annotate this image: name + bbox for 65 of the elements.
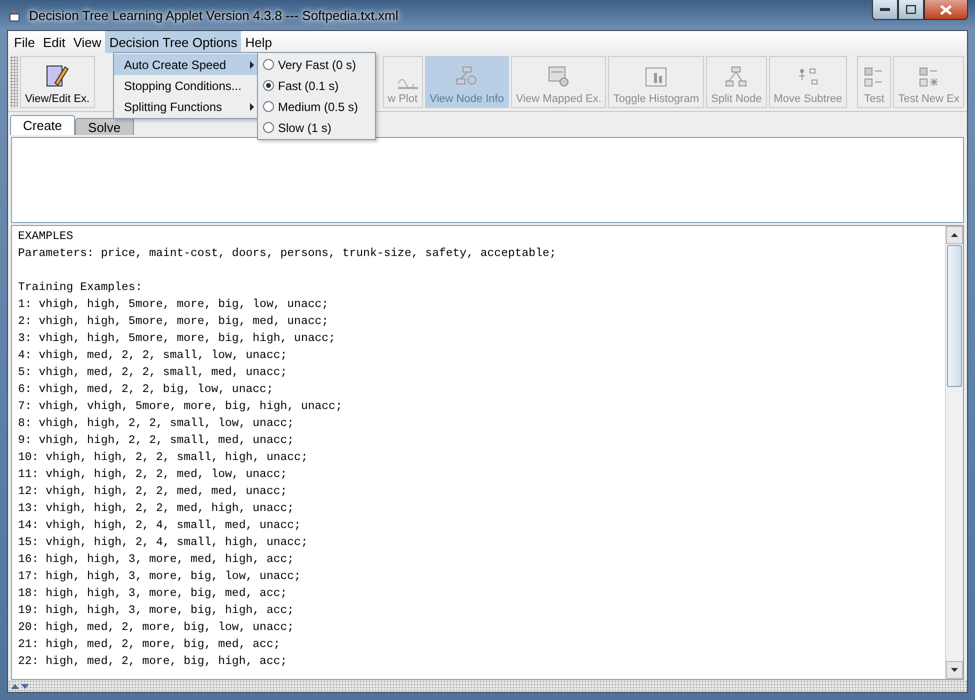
up-arrow-icon (11, 684, 19, 688)
menu-item[interactable]: Decision Tree Options (105, 31, 242, 53)
radio-menu-item[interactable]: Very Fast (0 s) (258, 54, 375, 75)
text-line: 10: vhigh, high, 2, 2, small, high, unacc; (18, 450, 309, 466)
text-line: 20: high, med, 2, more, big, low, unacc; (18, 620, 296, 636)
text-line: 4: vhigh, med, 2, 2, small, low, unacc; (18, 348, 288, 364)
toolbar-button[interactable]: View/Edit Ex. (20, 56, 95, 108)
close-icon (940, 4, 952, 14)
text-line: 9: vhigh, high, 2, 2, small, med, unacc; (18, 433, 296, 449)
menu-item[interactable]: Stopping Conditions... (114, 75, 258, 96)
text-line: 17: high, high, 3, more, big, low, unacc; (18, 569, 302, 585)
up-arrow-icon (951, 233, 958, 237)
text-line: 19: high, high, 3, more, big, high, acc; (18, 603, 296, 619)
menu-item[interactable]: Splitting Functions (114, 96, 258, 117)
radio-button[interactable] (263, 101, 274, 112)
window-title: Decision Tree Learning Applet Version 4.3.8 --- Softpedia.txt.xml (29, 8, 398, 22)
down-arrow-icon (21, 684, 29, 688)
radio-button[interactable] (263, 80, 274, 91)
minimize-icon (880, 8, 890, 12)
text-line: 11: vhigh, high, 2, 2, med, low, unacc; (18, 467, 288, 483)
table-magnifier-icon (546, 65, 571, 89)
text-line: 21: high, med, 2, more, big, med, acc; (18, 637, 282, 653)
menu-item[interactable]: View (69, 31, 106, 53)
text-line: 3: vhigh, high, 5more, more, big, high, unacc; (18, 331, 336, 347)
text-line: 13: vhigh, high, 2, 2, med, high, unacc; (18, 501, 296, 517)
text-line: 7: vhigh, vhigh, 5more, more, big, high, unacc; (18, 399, 344, 415)
radio-menu-item[interactable]: Fast (0.1 s) (258, 75, 375, 96)
text-line: 18: high, high, 3, more, big, med, acc; (18, 586, 288, 602)
radio-button[interactable] (263, 59, 274, 70)
tab[interactable]: Create (10, 115, 76, 135)
section-heading: Training Examples: (18, 280, 144, 296)
menu-item[interactable]: File (10, 31, 39, 53)
menu-item[interactable]: Edit (38, 31, 70, 53)
text-line: 22: high, med, 2, more, big, high, acc; (18, 654, 288, 670)
tab[interactable]: Solve (75, 118, 134, 135)
text-line: EXAMPLES (18, 229, 74, 245)
text-line: 2: vhigh, high, 5more, more, big, med, unacc; (18, 314, 330, 330)
down-arrow-icon (951, 668, 958, 672)
close-button[interactable] (924, 0, 968, 20)
radio-menu-item[interactable]: Slow (1 s) (258, 117, 375, 138)
toolbar-grip[interactable] (10, 56, 18, 108)
text-line: 15: vhigh, high, 2, 4, small, high, unacc; (18, 535, 309, 551)
menu-item[interactable]: Auto Create Speed (114, 54, 258, 75)
scrollbar[interactable] (945, 226, 963, 679)
submenu-arrow-icon (250, 60, 254, 68)
notepad-pencil-icon (45, 63, 70, 89)
text-line: 8: vhigh, high, 2, 2, small, low, unacc; (18, 416, 296, 432)
histogram-icon (644, 65, 668, 89)
text-line: 12: vhigh, high, 2, 2, med, med, unacc; (18, 484, 288, 500)
minimize-button[interactable] (872, 0, 898, 20)
text-line: 16: high, high, 3, more, med, high, acc; (18, 552, 296, 568)
tree-icon (724, 65, 748, 89)
radio-menu-item[interactable]: Medium (0.5 s) (258, 96, 375, 117)
text-line: 1: vhigh, high, 5more, more, big, low, unacc; (18, 297, 330, 313)
submenu-arrow-icon (250, 102, 254, 110)
menu-item[interactable]: Help (241, 31, 276, 53)
text-line: Parameters: price, maint-cost, doors, persons, trunk-size, safety, acceptable; (18, 246, 558, 262)
examples-text-area[interactable] (11, 225, 964, 680)
radio-button[interactable] (263, 122, 274, 133)
maximize-button[interactable] (898, 0, 924, 20)
maximize-icon (906, 5, 916, 14)
checklist-star-icon (916, 65, 941, 89)
text-line: 6: vhigh, med, 2, 2, big, low, unacc; (18, 382, 274, 398)
text-line: 5: vhigh, med, 2, 2, small, med, unacc; (18, 365, 288, 381)
text-line: 14: vhigh, high, 2, 4, small, med, unacc; (18, 518, 302, 534)
